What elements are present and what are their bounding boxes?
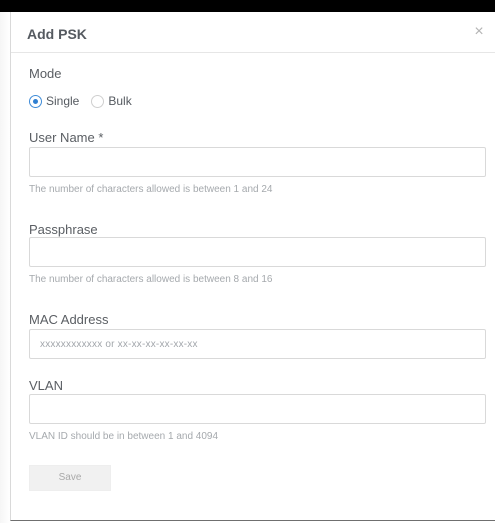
add-psk-dialog: Add PSK × Mode Single Bulk User Name * T… [10,12,495,521]
window-top-bar [0,0,495,12]
mac-address-input[interactable] [29,329,486,359]
passphrase-label: Passphrase [29,222,98,237]
vlan-help: VLAN ID should be in between 1 and 4094 [29,431,219,442]
user-name-label: User Name * [29,130,104,145]
passphrase-help: The number of characters allowed is betw… [29,274,273,285]
mode-radio-group: Single Bulk [29,92,144,110]
vlan-input[interactable] [29,394,486,424]
radio-bulk-icon[interactable] [91,94,105,108]
user-name-help: The number of characters allowed is betw… [29,184,273,195]
mac-address-label: MAC Address [29,312,109,327]
close-icon[interactable]: × [469,22,489,42]
dialog-title: Add PSK [27,26,87,42]
user-name-input[interactable] [29,147,486,177]
mode-option-single-label: Single [46,94,80,108]
mode-option-single[interactable]: Single [29,94,79,108]
mode-option-bulk[interactable]: Bulk [91,94,132,108]
mode-option-bulk-label: Bulk [108,94,132,108]
background-edge [0,12,10,523]
save-button[interactable]: Save [29,465,111,491]
screen: Add PSK × Mode Single Bulk User Name * T… [0,0,495,523]
radio-single-icon[interactable] [29,94,42,108]
mode-label: Mode [29,66,62,81]
vlan-label: VLAN [29,378,63,393]
dialog-header: Add PSK × [11,12,495,53]
passphrase-input[interactable] [29,237,486,267]
